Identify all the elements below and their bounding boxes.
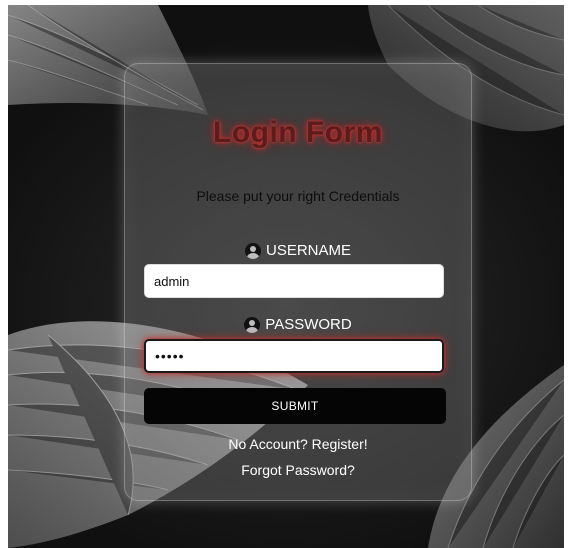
username-label: USERNAME bbox=[125, 242, 471, 259]
password-label-text: PASSWORD bbox=[265, 316, 352, 333]
submit-button[interactable]: SUBMIT bbox=[144, 388, 446, 424]
form-title: Login Form bbox=[213, 116, 383, 149]
register-link[interactable]: No Account? Register! bbox=[125, 436, 471, 452]
page-background: Login Form Please put your right Credent… bbox=[8, 5, 564, 548]
form-subtitle: Please put your right Credentials bbox=[196, 188, 400, 204]
login-card: Login Form Please put your right Credent… bbox=[124, 63, 472, 501]
user-circle-icon bbox=[244, 242, 261, 259]
password-label: PASSWORD bbox=[125, 316, 471, 333]
username-input[interactable]: admin bbox=[144, 264, 444, 298]
username-label-text: USERNAME bbox=[265, 242, 351, 259]
password-input[interactable]: ••••• bbox=[144, 339, 444, 373]
user-lock-icon bbox=[244, 316, 261, 333]
forgot-password-link[interactable]: Forgot Password? bbox=[125, 462, 471, 478]
